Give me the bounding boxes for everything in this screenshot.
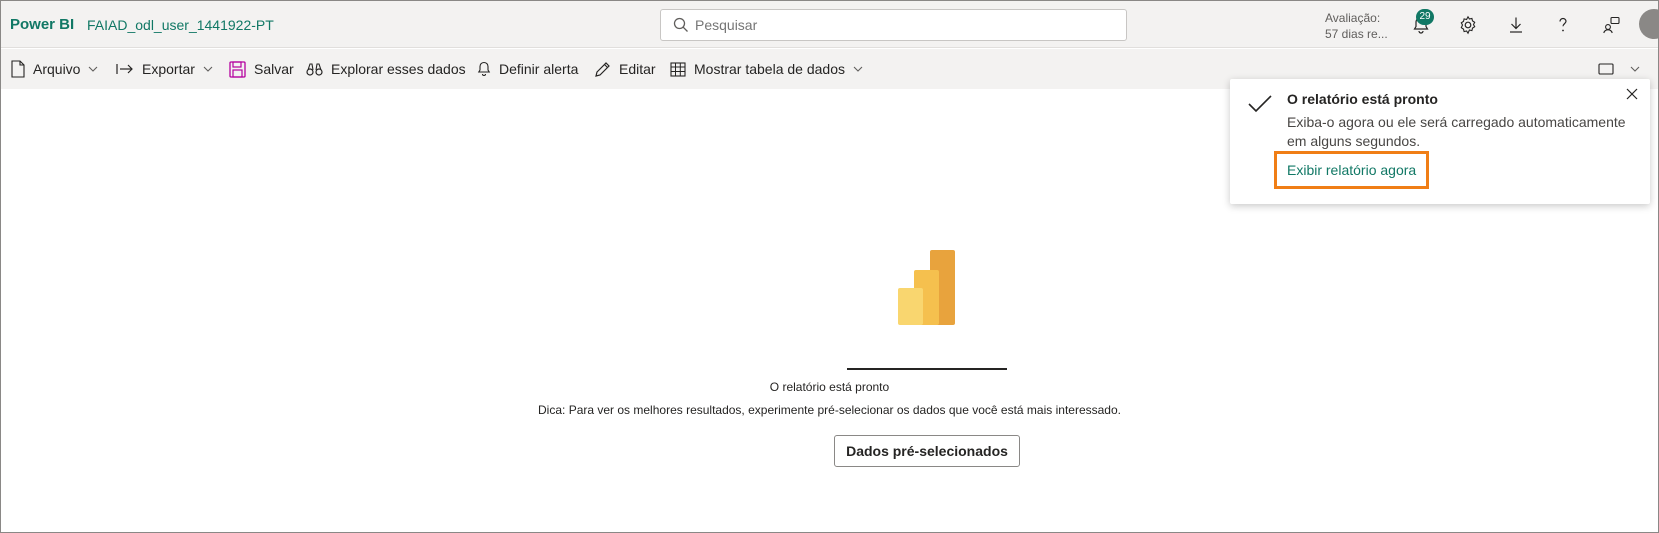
salvar-button[interactable]: Salvar [229, 59, 294, 79]
feedback-icon[interactable] [1601, 15, 1621, 35]
chevron-down-icon [203, 66, 213, 72]
app-brand[interactable]: Power BI [10, 16, 74, 33]
arquivo-label: Arquivo [33, 61, 81, 77]
view-report-now-link[interactable]: Exibir relatório agora [1287, 162, 1416, 178]
explorar-button[interactable]: Explorar esses dados [306, 59, 466, 79]
help-icon[interactable] [1553, 15, 1573, 35]
download-icon[interactable] [1506, 15, 1526, 35]
preselect-data-button[interactable]: Dados pré-selecionados [834, 435, 1020, 467]
report-status-text: O relatório está pronto [769, 380, 890, 394]
table-icon [670, 61, 686, 77]
export-icon [116, 64, 133, 74]
search-box[interactable] [660, 9, 1127, 41]
notification-badge: 29 [1416, 9, 1434, 25]
trial-status[interactable]: Avaliação: 57 dias re... [1325, 10, 1388, 42]
tip-text: Dica: Para ver os melhores resultados, e… [538, 403, 1121, 417]
definir-alerta-label: Definir alerta [499, 61, 579, 77]
search-input[interactable] [695, 16, 1115, 34]
checkmark-icon [1248, 95, 1272, 113]
definir-alerta-button[interactable]: Definir alerta [477, 59, 578, 79]
close-icon[interactable] [1626, 88, 1638, 100]
trial-days: 57 dias re... [1325, 27, 1388, 41]
report-ready-toast: O relatório está pronto Exiba-o agora ou… [1230, 79, 1650, 204]
power-bi-logo [898, 250, 955, 325]
explorar-label: Explorar esses dados [331, 61, 466, 77]
mostrar-tabela-label: Mostrar tabela de dados [694, 61, 845, 77]
chevron-down-icon [1630, 66, 1640, 72]
mostrar-tabela-menu[interactable]: Mostrar tabela de dados [670, 59, 863, 79]
salvar-label: Salvar [254, 61, 294, 77]
loading-progress-bar [847, 368, 1007, 370]
editar-label: Editar [619, 61, 656, 77]
editar-button[interactable]: Editar [594, 59, 656, 79]
toast-message: Exiba-o agora ou ele será carregado auto… [1287, 114, 1626, 149]
arquivo-menu[interactable]: Arquivo [11, 59, 98, 79]
pencil-icon [595, 61, 610, 77]
view-icon [1598, 63, 1614, 75]
binoculars-icon [306, 63, 323, 76]
app-header: Power BI FAIAD_odl_user_1441922-PT Avali… [1, 1, 1659, 48]
search-icon [673, 17, 688, 32]
gear-icon[interactable] [1458, 15, 1478, 35]
save-icon [229, 60, 246, 78]
chevron-down-icon [853, 66, 863, 72]
exportar-label: Exportar [142, 61, 195, 77]
chevron-down-icon [89, 66, 98, 72]
avatar[interactable] [1639, 9, 1659, 39]
file-icon [11, 60, 25, 78]
workspace-name[interactable]: FAIAD_odl_user_1441922-PT [87, 17, 274, 33]
bell-icon [477, 61, 491, 76]
view-menu[interactable] [1598, 59, 1640, 79]
exportar-menu[interactable]: Exportar [116, 59, 213, 79]
trial-label: Avaliação: [1325, 11, 1381, 25]
toast-title: O relatório está pronto [1287, 91, 1438, 107]
